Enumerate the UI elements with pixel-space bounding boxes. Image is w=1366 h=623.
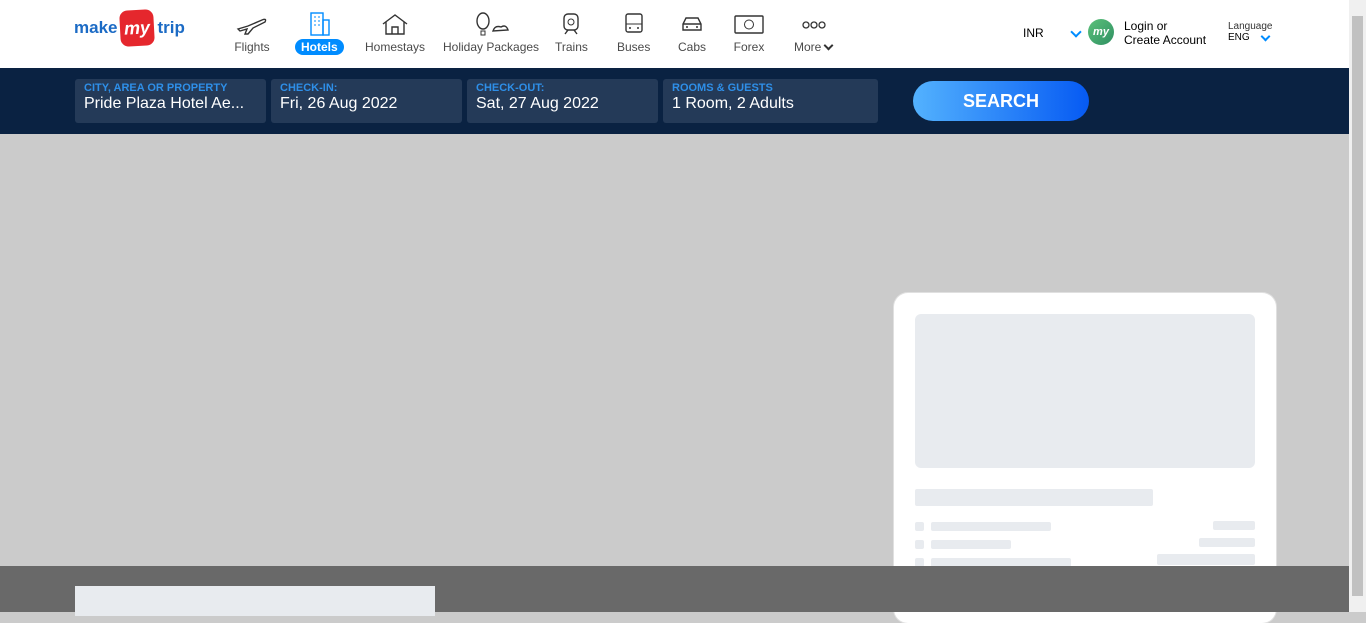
nav-label: Hotels (295, 39, 344, 55)
avatar[interactable]: my (1088, 19, 1114, 45)
nav-buses[interactable]: Buses (617, 12, 650, 54)
hotel-icon (310, 12, 331, 36)
cab-icon (682, 17, 702, 31)
skeleton-line-right (1199, 538, 1255, 547)
skeleton-image (915, 314, 1255, 468)
nav-label: Trains (555, 40, 588, 54)
nav-label: Homestays (365, 40, 426, 54)
bus-icon (624, 13, 643, 33)
checkin-value: Fri, 26 Aug 2022 (280, 95, 398, 112)
currency-selector[interactable]: INR (1023, 25, 1082, 40)
rooms-guests-field[interactable]: ROOMS & GUESTS 1 Room, 2 Adults (663, 79, 878, 123)
nav-forex[interactable]: Forex (733, 12, 765, 54)
login-button[interactable]: Login or Create Account (1124, 19, 1206, 47)
nav-label: Buses (617, 40, 651, 54)
nav-label: Forex (733, 40, 765, 54)
city-value: Pride Plaza Hotel Ae... (84, 95, 245, 112)
nav-cabs[interactable]: Cabs (677, 12, 707, 54)
rooms-value: 1 Room, 2 Adults (672, 95, 794, 112)
makemytrip-logo[interactable]: make my trip (74, 9, 185, 47)
nav-holiday-packages[interactable]: Holiday Packages (443, 12, 539, 54)
city-field[interactable]: CITY, AREA OR PROPERTY Pride Plaza Hotel… (75, 79, 266, 123)
balloon-icon (476, 12, 509, 36)
logo-badge: my (119, 9, 156, 47)
skeleton-line-right (1157, 554, 1255, 565)
currency-value: INR (1023, 26, 1044, 40)
language-selector[interactable]: Language ENG (1228, 21, 1273, 43)
train-icon (563, 13, 580, 35)
search-bar: CITY, AREA OR PROPERTY Pride Plaza Hotel… (0, 68, 1349, 134)
more-icon (802, 21, 826, 29)
login-line1: Login or (1124, 19, 1168, 33)
checkout-value: Sat, 27 Aug 2022 (476, 95, 599, 112)
language-title: Language (1228, 21, 1273, 32)
nav-label: More (794, 40, 834, 54)
city-label: CITY, AREA OR PROPERTY (84, 82, 228, 94)
skeleton-title (915, 489, 1153, 506)
forex-icon (734, 15, 764, 34)
home-icon (382, 14, 408, 35)
footer-band (0, 566, 1349, 616)
skeleton-line (931, 540, 1011, 549)
chevron-down-icon (1070, 25, 1082, 38)
checkout-field[interactable]: CHECK-OUT: Sat, 27 Aug 2022 (467, 79, 658, 123)
login-line2: Create Account (1124, 33, 1207, 47)
chevron-down-icon (1260, 31, 1271, 41)
plane-icon (236, 18, 267, 35)
nav-homestays[interactable]: Homestays (365, 12, 425, 54)
nav-flights[interactable]: Flights (234, 12, 270, 54)
checkout-label: CHECK-OUT: (476, 82, 545, 94)
rooms-label: ROOMS & GUESTS (672, 82, 773, 94)
scrollbar-thumb[interactable] (1352, 16, 1363, 596)
checkin-field[interactable]: CHECK-IN: Fri, 26 Aug 2022 (271, 79, 462, 123)
skeleton-bullet (915, 540, 924, 549)
logo-text-make: make (74, 18, 118, 37)
language-value: ENG (1228, 32, 1250, 43)
chevron-down-icon (823, 40, 834, 51)
more-label: More (794, 40, 822, 54)
search-button[interactable]: SEARCH (913, 81, 1089, 121)
nav-hotels[interactable]: Hotels (295, 12, 344, 55)
nav-more[interactable]: More (794, 12, 834, 54)
checkin-label: CHECK-IN: (280, 82, 338, 94)
skeleton-bullet (915, 522, 924, 531)
nav-label: Cabs (677, 40, 706, 54)
nav-label: Holiday Packages (443, 40, 540, 54)
vertical-scrollbar[interactable] (1349, 0, 1366, 612)
logo-text-trip: trip (157, 18, 185, 37)
language-value-row: ENG (1228, 31, 1273, 43)
skeleton-line (931, 522, 1051, 531)
nav-label: Flights (234, 40, 270, 54)
nav-trains[interactable]: Trains (555, 12, 588, 54)
skeleton-line-right (1213, 521, 1255, 530)
top-header: make my trip Flights Hotels Homestays Ho… (0, 0, 1349, 68)
